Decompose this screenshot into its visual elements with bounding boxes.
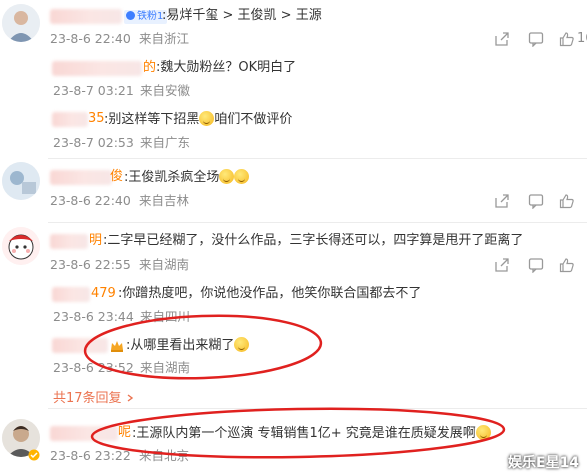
comment-icon[interactable] — [528, 193, 544, 209]
divider — [48, 222, 587, 223]
reply-username-tail[interactable]: 35 — [88, 111, 105, 127]
comment-location: 来自湖南 — [139, 257, 190, 272]
share-icon[interactable] — [494, 31, 510, 47]
reply-username-blurred[interactable] — [52, 338, 108, 353]
comment-text: :王俊凯杀疯全场 — [124, 169, 250, 186]
reply-text: :从哪里看出来糊了 — [126, 337, 250, 354]
username-blurred[interactable] — [50, 234, 88, 249]
avatar[interactable] — [2, 4, 40, 42]
fan-badge: 铁粉1 — [124, 10, 168, 24]
reply-location: 来自安徽 — [140, 83, 191, 98]
like-icon[interactable] — [559, 257, 575, 273]
avatar[interactable] — [2, 162, 40, 200]
more-replies-link[interactable]: 共17条回复 — [53, 387, 134, 406]
reply-text: :魏大勋粉丝？OK明白了 — [156, 60, 297, 75]
comment-text: :王源队内第一个巡演 专辑销售1亿+ 究竟是谁在质疑发展啊 — [132, 425, 491, 442]
crown-badge-icon — [110, 338, 124, 352]
username-blurred[interactable] — [50, 9, 122, 24]
emoji-icon — [234, 337, 250, 352]
emoji-icon — [199, 111, 215, 126]
username-blurred[interactable] — [50, 426, 118, 441]
reply-location: 来自广东 — [140, 135, 191, 150]
emoji-icon — [219, 169, 235, 184]
username-tail[interactable]: 呢 — [118, 425, 131, 441]
share-icon[interactable] — [494, 257, 510, 273]
reply-username-blurred[interactable] — [52, 287, 90, 302]
reply-username-blurred[interactable] — [52, 61, 142, 76]
verified-badge-icon — [28, 446, 40, 461]
reply-text: :你蹭热度吧，你说他没作品，他笑你联合国都去不了 — [118, 286, 422, 301]
comment-icon[interactable] — [528, 31, 544, 47]
reply-location: 来自四川 — [140, 309, 191, 324]
reply-date: 23-8-6 23:52 — [53, 360, 134, 375]
divider — [48, 408, 587, 409]
reply-date: 23-8-7 03:21 — [53, 83, 134, 98]
watermark: 娱乐E星14 — [508, 455, 580, 471]
username-tail[interactable]: 俊 — [110, 169, 123, 185]
comment-location: 来自北京 — [139, 448, 190, 463]
comment-text: :二字早已经糊了，没什么作品，三字长得还可以，四字算是甩开了距离了 — [103, 233, 524, 248]
reply-username-tail[interactable]: 的 — [143, 60, 156, 76]
reply-text: :别这样等下招黑 咱们不做评价 — [104, 111, 293, 127]
reply-date: 23-8-7 02:53 — [53, 135, 134, 150]
like-icon[interactable] — [559, 193, 575, 209]
username-tail[interactable]: 明 — [89, 233, 102, 249]
comment-icon[interactable] — [528, 257, 544, 273]
reply-date: 23-8-6 23:44 — [53, 309, 134, 324]
username-blurred[interactable] — [50, 170, 112, 185]
chevron-right-icon — [127, 394, 133, 402]
share-icon[interactable] — [494, 193, 510, 209]
comment-date: 23-8-6 22:40 — [50, 31, 131, 46]
avatar[interactable] — [2, 227, 40, 265]
emoji-icon — [234, 169, 250, 184]
like-count: 16 — [577, 31, 587, 46]
comment-date: 23-8-6 22:40 — [50, 193, 131, 208]
comment-location: 来自吉林 — [139, 193, 190, 208]
comment-date: 23-8-6 22:55 — [50, 257, 131, 272]
reply-username-tail[interactable]: 479 — [91, 286, 116, 302]
emoji-icon — [475, 425, 491, 440]
comment-date: 23-8-6 23:22 — [50, 448, 131, 463]
comment-location: 来自浙江 — [139, 31, 190, 46]
reply-username-blurred[interactable] — [52, 112, 88, 127]
reply-location: 来自湖南 — [140, 360, 191, 375]
like-icon[interactable] — [559, 31, 575, 47]
comment-text: :易烊千玺 > 王俊凯 > 王源 — [162, 8, 322, 23]
divider — [48, 158, 587, 159]
